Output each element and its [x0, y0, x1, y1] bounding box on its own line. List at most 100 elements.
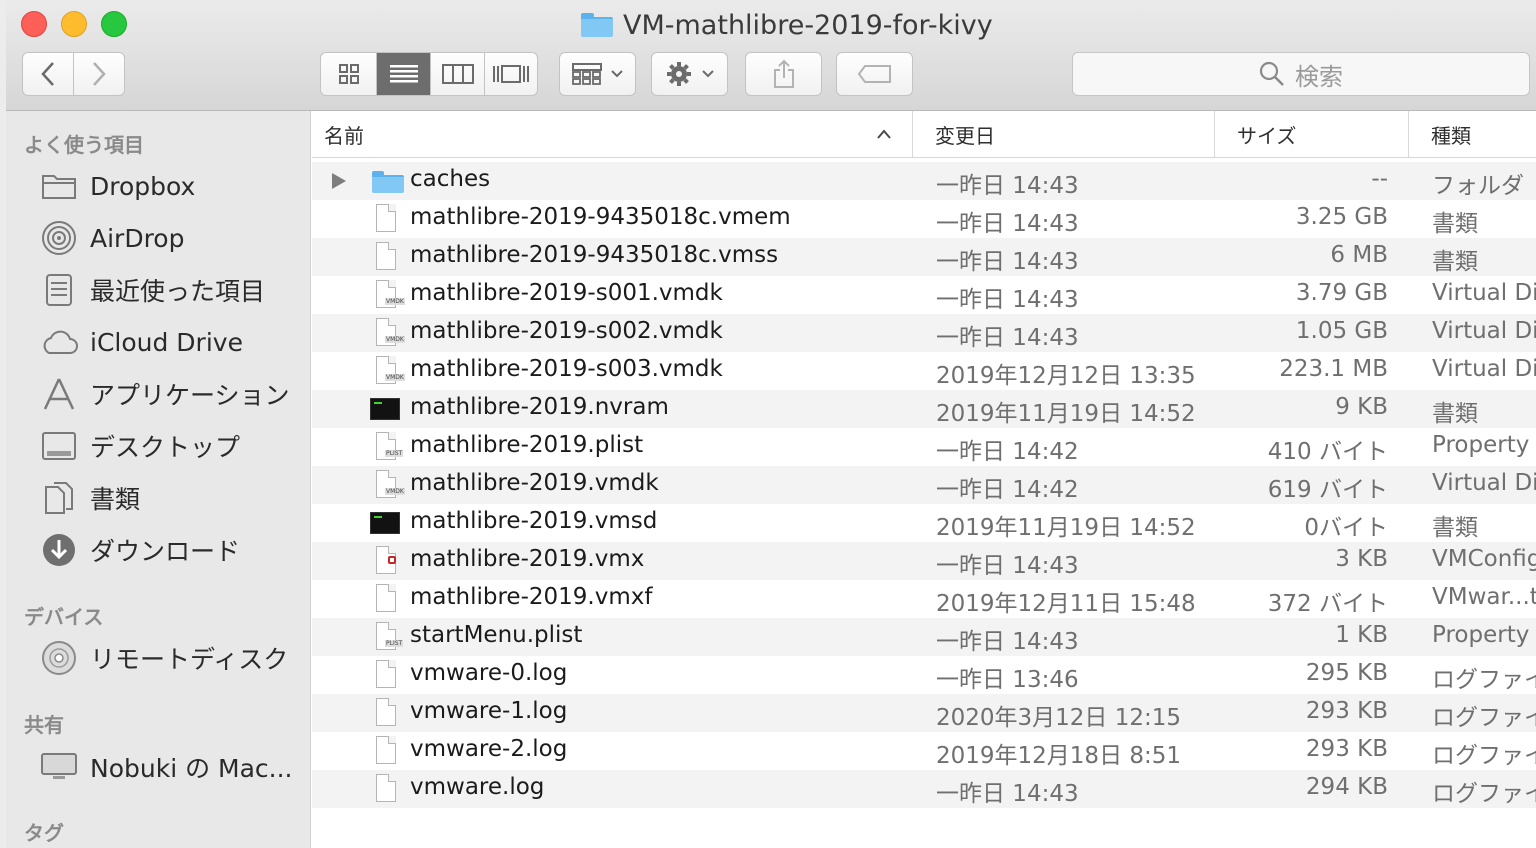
- sidebar-item-label: Nobuki の Mac...: [90, 754, 293, 783]
- action-menu-button[interactable]: [651, 52, 728, 96]
- column-header-label: サイズ: [1237, 123, 1297, 148]
- file-date: 2020年3月12日 12:15: [936, 705, 1182, 731]
- sidebar-item-desktop[interactable]: デスクトップ: [6, 424, 306, 468]
- file-kind: 書類: [1432, 211, 1478, 237]
- file-row[interactable]: VMDK mathlibre-2019-s001.vmdk 一昨日 14:43 …: [312, 276, 1536, 314]
- file-row[interactable]: vmware-2.log 2019年12月18日 8:51 293 KB ログフ…: [312, 732, 1536, 770]
- tag-icon: [857, 65, 891, 83]
- column-header-name[interactable]: 名前: [312, 111, 910, 157]
- sidebar-section-shared: 共有: [24, 713, 64, 737]
- plist-file-icon: PLIST: [370, 621, 404, 653]
- sidebar-item-icloud-drive[interactable]: iCloud Drive: [6, 320, 306, 364]
- file-row[interactable]: vmware.log 一昨日 14:43 294 KB ログファイ: [312, 770, 1536, 808]
- sidebar-item-dropbox[interactable]: Dropbox: [6, 164, 306, 208]
- file-date: 一昨日 14:43: [936, 173, 1079, 199]
- vmdk-file-icon: VMDK: [370, 279, 405, 311]
- document-icon: [370, 773, 404, 805]
- file-row[interactable]: mathlibre-2019.nvram 2019年11月19日 14:52 9…: [312, 390, 1536, 428]
- file-row[interactable]: PLIST mathlibre-2019.plist 一昨日 14:42 410…: [312, 428, 1536, 466]
- zoom-window-button[interactable]: [101, 11, 127, 37]
- sidebar-item-documents[interactable]: 書類: [6, 476, 306, 520]
- share-button[interactable]: [745, 52, 822, 96]
- sidebar-item-label: iCloud Drive: [90, 327, 243, 357]
- minimize-window-button[interactable]: [61, 11, 87, 37]
- column-header: 名前 変更日 サイズ 種類: [312, 111, 1536, 158]
- file-date: 一昨日 14:43: [936, 287, 1079, 313]
- file-size: 3 KB: [1335, 546, 1388, 572]
- sidebar-item-remote-disc[interactable]: リモートディスク: [6, 636, 306, 680]
- computer-icon: [40, 750, 78, 784]
- file-row[interactable]: mathlibre-2019.vmsd 2019年11月19日 14:52 0バ…: [312, 504, 1536, 542]
- sidebar-item-label: 最近使った項目: [90, 277, 266, 306]
- document-icon: [370, 697, 404, 729]
- sidebar-section-tags: タグ: [24, 821, 64, 845]
- window-title: VM-mathlibre-2019-for-kivy: [581, 8, 993, 42]
- search-field[interactable]: 検索: [1072, 52, 1530, 96]
- file-row[interactable]: VMDK mathlibre-2019-s002.vmdk 一昨日 14:43 …: [312, 314, 1536, 352]
- file-date: 一昨日 14:43: [936, 211, 1079, 237]
- column-header-label: 名前: [324, 123, 364, 148]
- file-row[interactable]: VMDK mathlibre-2019-s003.vmdk 2019年12月12…: [312, 352, 1536, 390]
- file-row[interactable]: caches 一昨日 14:43 -- フォルダ: [312, 162, 1536, 200]
- column-header-date[interactable]: 変更日: [912, 111, 1212, 157]
- file-row[interactable]: mathlibre-2019-9435018c.vmem 一昨日 14:43 3…: [312, 200, 1536, 238]
- disclosure-triangle-icon[interactable]: [332, 173, 346, 189]
- file-date: 一昨日 14:43: [936, 325, 1079, 351]
- back-button[interactable]: [23, 53, 74, 95]
- file-date: 一昨日 14:43: [936, 553, 1079, 579]
- edit-tags-button[interactable]: [836, 52, 913, 96]
- file-row[interactable]: mathlibre-2019.vmx 一昨日 14:43 3 KB VMConf…: [312, 542, 1536, 580]
- file-size: 1 KB: [1335, 622, 1388, 648]
- file-size: 0バイト: [1304, 515, 1388, 541]
- sidebar-item-airdrop[interactable]: AirDrop: [6, 216, 306, 260]
- file-name: vmware-2.log: [410, 736, 568, 762]
- file-row[interactable]: vmware-0.log 一昨日 13:46 295 KB ログファイ: [312, 656, 1536, 694]
- sidebar-item-recents[interactable]: 最近使った項目: [6, 268, 306, 312]
- chevron-right-icon: [93, 62, 106, 86]
- file-row[interactable]: mathlibre-2019-9435018c.vmss 一昨日 14:43 6…: [312, 238, 1536, 276]
- sidebar-item-downloads[interactable]: ダウンロード: [6, 528, 306, 572]
- file-name: mathlibre-2019-s002.vmdk: [410, 318, 723, 344]
- file-row[interactable]: vmware-1.log 2020年3月12日 12:15 293 KB ログフ…: [312, 694, 1536, 732]
- group-icon: [571, 63, 602, 85]
- file-date: 一昨日 13:46: [936, 667, 1079, 693]
- column-view-button[interactable]: [431, 53, 485, 95]
- sidebar-item-nobuki-mac[interactable]: Nobuki の Mac...: [6, 745, 306, 789]
- gallery-view-button[interactable]: [485, 53, 537, 95]
- file-name: startMenu.plist: [410, 622, 583, 648]
- column-header-label: 種類: [1431, 123, 1471, 148]
- file-row[interactable]: PLIST startMenu.plist 一昨日 14:43 1 KB Pro…: [312, 618, 1536, 656]
- file-name: caches: [410, 166, 491, 192]
- file-size: 295 KB: [1305, 660, 1388, 686]
- list-view-button[interactable]: [377, 53, 431, 95]
- file-name: mathlibre-2019.vmx: [410, 546, 645, 572]
- vmx-file-icon: [370, 545, 404, 577]
- cloud-icon: [40, 325, 78, 359]
- file-size: 293 KB: [1305, 698, 1388, 724]
- file-kind: Virtual Dis: [1432, 356, 1536, 382]
- group-by-button[interactable]: [559, 52, 636, 96]
- file-date: 一昨日 14:42: [936, 439, 1079, 465]
- navigation-buttons: [22, 52, 125, 96]
- vmdk-file-icon: VMDK: [370, 469, 405, 501]
- file-row[interactable]: mathlibre-2019.vmxf 2019年12月11日 15:48 37…: [312, 580, 1536, 618]
- gallery-icon: [493, 65, 529, 83]
- column-header-kind[interactable]: 種類: [1408, 111, 1536, 157]
- close-window-button[interactable]: [21, 11, 47, 37]
- sidebar-item-label: Dropbox: [90, 171, 196, 201]
- file-size: 293 KB: [1305, 736, 1388, 762]
- plist-file-icon: PLIST: [370, 431, 404, 463]
- sidebar-item-applications[interactable]: アプリケーション: [6, 372, 306, 416]
- file-name: mathlibre-2019-s003.vmdk: [410, 356, 723, 382]
- view-mode-control: [320, 52, 538, 96]
- chevron-left-icon: [41, 62, 54, 86]
- column-header-size[interactable]: サイズ: [1214, 111, 1406, 157]
- applications-icon: [40, 377, 78, 411]
- vmdk-file-icon: VMDK: [370, 317, 405, 349]
- file-row[interactable]: VMDK mathlibre-2019.vmdk 一昨日 14:42 619 バ…: [312, 466, 1536, 504]
- forward-button[interactable]: [74, 53, 124, 95]
- file-size: 619 バイト: [1267, 477, 1388, 503]
- share-icon: [773, 59, 794, 88]
- icon-view-button[interactable]: [321, 53, 377, 95]
- file-kind: ログファイ: [1432, 705, 1536, 731]
